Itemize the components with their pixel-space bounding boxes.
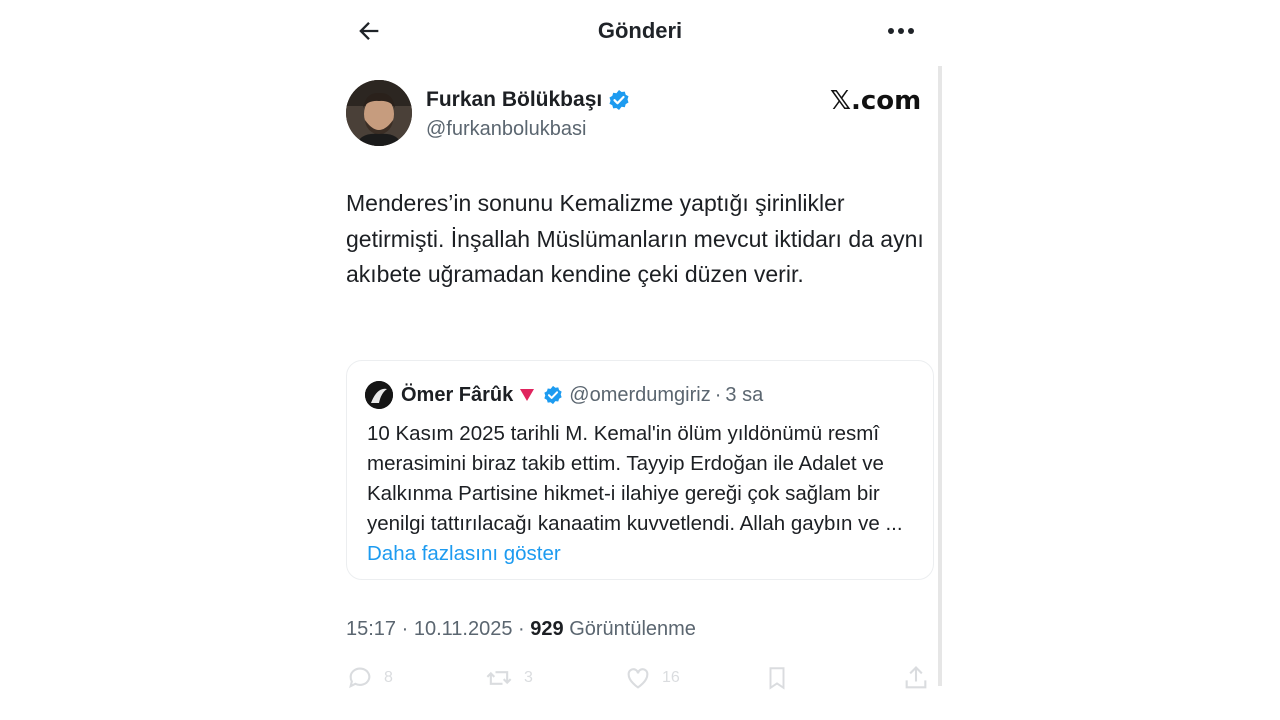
views-count: 929 [530,618,564,640]
reply-button[interactable]: 8 [346,664,393,692]
quoted-author-handle[interactable]: @omerdumgiriz [569,384,710,407]
like-icon [627,668,649,689]
author-handle[interactable]: @furkanbolukbasi [426,118,586,141]
post-text: Menderes’in sonunu Kemalizme yaptığı şir… [346,190,924,287]
repost-icon [486,671,512,685]
separator-dot: · [714,383,722,406]
post-meta: 15:17 · 10.11.2025 · 929 Görüntülenme [346,618,696,641]
verified-badge-icon [609,90,629,110]
author-name-text: Furkan Bölükbaşı [426,88,603,111]
top-bar: Gönderi [340,0,940,62]
scrollbar[interactable] [938,66,942,686]
more-options-button[interactable] [884,16,918,46]
action-bar: 8 3 16 [346,664,936,698]
x-brand-watermark: 𝕏.com [830,86,922,116]
share-button[interactable] [902,664,930,692]
quoted-post-age: 3 sa [725,383,764,406]
repost-button[interactable]: 3 [484,664,533,692]
share-icon [905,666,927,689]
repost-count: 3 [524,669,533,686]
avatar[interactable] [346,80,412,146]
reply-icon [349,667,371,689]
post-date[interactable]: 10.11.2025 [414,618,513,640]
quoted-avatar[interactable] [365,381,393,409]
views-label: Görüntülenme [569,618,696,640]
quoted-post[interactable]: Ömer Fârûk @omerdumgiriz · 3 sa 10 Kasım… [346,360,934,580]
post-time[interactable]: 15:17 [346,618,396,640]
like-button[interactable]: 16 [624,664,680,692]
page-title: Gönderi [597,18,683,43]
triangle-flag-icon [520,389,535,401]
quoted-author-name[interactable]: Ömer Fârûk [401,384,513,407]
author-name[interactable]: Furkan Bölükbaşı [426,88,630,112]
bookmark-icon [769,667,785,690]
separator-dot: · [518,618,531,640]
more-options-icon [888,28,914,34]
like-count: 16 [662,669,680,686]
separator-dot: · [401,618,414,640]
quoted-post-text: 10 Kasım 2025 tarihli M. Kemal'in ölüm y… [367,422,903,535]
quoted-post-body: 10 Kasım 2025 tarihli M. Kemal'in ölüm y… [367,419,919,569]
verified-badge-icon [544,385,562,405]
bookmark-button[interactable] [764,664,790,692]
reply-count: 8 [384,669,393,686]
quoted-post-header: Ömer Fârûk @omerdumgiriz · 3 sa [365,381,763,409]
post-author: Furkan Bölükbaşı @furkanbolukbasi 𝕏.com [346,80,926,150]
show-more-link[interactable]: Daha fazlasını göster [367,542,561,565]
